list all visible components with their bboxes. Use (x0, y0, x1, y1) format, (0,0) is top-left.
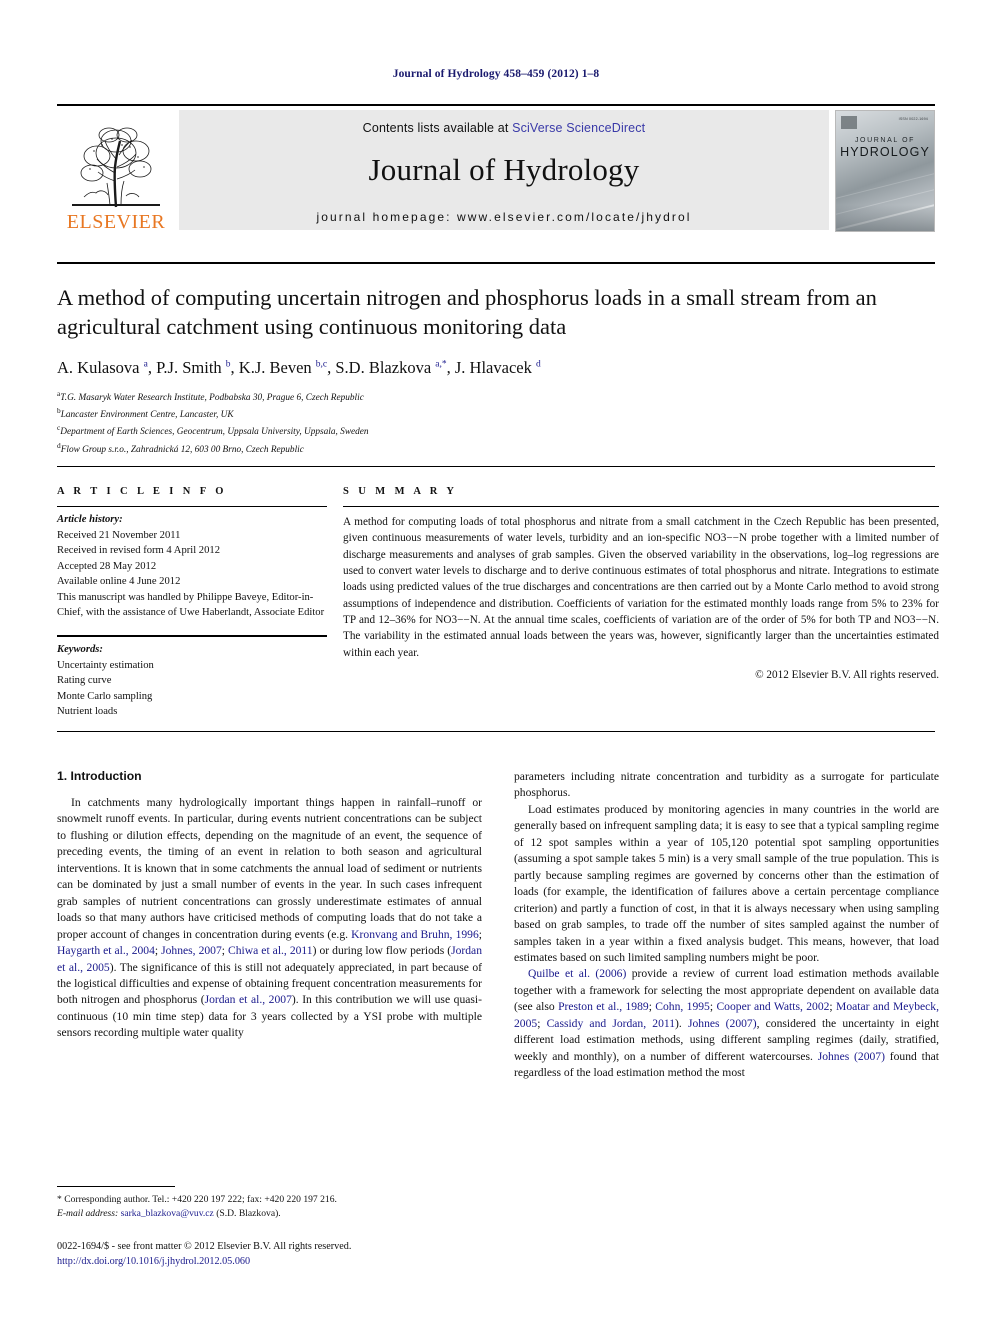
citation-link[interactable]: Cooper and Watts, 2002 (716, 1000, 829, 1013)
citation-link[interactable]: Chiwa et al., 2011 (228, 944, 313, 957)
cover-elsevier-mark-icon (841, 116, 857, 129)
paper-page: Journal of Hydrology 458–459 (2012) 1–8 (0, 0, 992, 1323)
contents-list-line: Contents lists available at SciVerse Sci… (179, 110, 829, 135)
footnote-area: * Corresponding author. Tel.: +420 220 1… (57, 1186, 482, 1221)
citation-link[interactable]: Quilbe et al. (2006) (528, 967, 626, 980)
citation-link[interactable]: Cohn, 1995 (655, 1000, 710, 1013)
citation-link[interactable]: Kronvang and Bruhn, 1996 (351, 928, 479, 941)
affiliation-item: aT.G. Masaryk Water Research Institute, … (57, 388, 937, 405)
cover-title-line2: HYDROLOGY (840, 145, 930, 159)
citation-link[interactable]: Cassidy and Jordan, 2011 (547, 1017, 675, 1030)
journal-masthead: ELSEVIER Contents lists available at Sci… (57, 104, 935, 232)
info-divider-top (57, 466, 935, 467)
contents-prefix: Contents lists available at (362, 121, 513, 135)
page-title: A method of computing uncertain nitrogen… (57, 285, 877, 340)
history-item: Received 21 November 2011 (57, 529, 181, 541)
body-column-left: 1. Introduction In catchments many hydro… (57, 769, 482, 1082)
info-summary-region: A R T I C L E I N F O Article history: R… (57, 486, 939, 720)
corresponding-author-note: * Corresponding author. Tel.: +420 220 1… (57, 1194, 337, 1205)
summary-column: S U M M A R Y A method for computing loa… (343, 486, 939, 720)
title-divider (57, 262, 935, 264)
keyword-item: Monte Carlo sampling (57, 690, 153, 702)
history-item: Received in revised form 4 April 2012 (57, 545, 220, 557)
history-item: Available online 4 June 2012 (57, 576, 181, 588)
article-history-block: Article history: Received 21 November 20… (57, 507, 327, 621)
cover-shading (836, 205, 934, 231)
affiliation-text: Flow Group s.r.o., Zahradnická 12, 603 0… (60, 444, 304, 455)
keywords-block: Keywords: Uncertainty estimation Rating … (57, 637, 327, 720)
intro-paragraph-1-continued: parameters including nitrate concentrati… (514, 770, 939, 800)
info-divider-bottom (57, 731, 935, 732)
cover-decoration (836, 168, 934, 201)
author-list: A. Kulasova a, P.J. Smith b, K.J. Beven … (57, 358, 541, 377)
running-head: Journal of Hydrology 458–459 (2012) 1–8 (392, 68, 600, 80)
citation-link[interactable]: Preston et al., 1989 (558, 1000, 649, 1013)
abstract-text: A method for computing loads of total ph… (343, 516, 939, 659)
masthead-band: Contents lists available at SciVerse Sci… (179, 110, 829, 230)
journal-cover-thumbnail: ISSN 0022-1694 JOURNAL OF HYDROLOGY (835, 110, 935, 232)
affiliation-item: cDepartment of Earth Sciences, Geocentru… (57, 422, 937, 439)
keyword-item: Uncertainty estimation (57, 659, 154, 671)
intro-paragraph-3: Quilbe et al. (2006) provide a review of… (514, 967, 940, 1080)
citation-link[interactable]: Haygarth et al., 2004 (57, 944, 155, 957)
doi-link[interactable]: http://dx.doi.org/10.1016/j.jhydrol.2012… (57, 1255, 557, 1270)
sciencedirect-link[interactable]: SciVerse ScienceDirect (512, 121, 645, 135)
intro-paragraph-2: Load estimates produced by monitoring ag… (514, 802, 939, 964)
history-item: Accepted 28 May 2012 (57, 560, 157, 572)
email-note: E-mail address: sarka_blazkova@vuv.cz (S… (57, 1207, 482, 1221)
abstract-copyright: © 2012 Elsevier B.V. All rights reserved… (755, 669, 939, 682)
citation-link[interactable]: Jordan et al., 2007 (205, 993, 292, 1006)
affiliation-item: dFlow Group s.r.o., Zahradnická 12, 603 … (57, 440, 937, 457)
keyword-item: Rating curve (57, 675, 112, 687)
journal-homepage-line[interactable]: journal homepage: www.elsevier.com/locat… (179, 210, 829, 224)
affiliation-item: bLancaster Environment Centre, Lancaster… (57, 405, 937, 422)
cover-issn-code: ISSN 0022-1694 (898, 117, 928, 121)
elsevier-logo: ELSEVIER (57, 110, 175, 234)
footnote-divider (57, 1186, 175, 1187)
intro-paragraph-1: In catchments many hydrologically import… (57, 796, 483, 1040)
body-column-right: parameters including nitrate concentrati… (514, 769, 939, 1082)
body-columns: 1. Introduction In catchments many hydro… (57, 769, 939, 1082)
summary-heading: S U M M A R Y (343, 486, 458, 497)
imprint-line: 0022-1694/$ - see front matter © 2012 El… (57, 1241, 352, 1252)
email-suffix: (S.D. Blazkova). (213, 1207, 281, 1219)
cover-title-line1: JOURNAL OF (854, 137, 916, 144)
affiliation-text: Lancaster Environment Centre, Lancaster,… (60, 410, 234, 421)
section-heading-introduction: 1. Introduction (57, 769, 142, 783)
citation-link[interactable]: Johnes (2007) (688, 1017, 757, 1030)
elsevier-tree-icon (64, 123, 168, 211)
citation-link[interactable]: Johnes, 2007 (161, 944, 222, 957)
keywords-label: Keywords: (57, 643, 103, 655)
history-item: This manuscript was handled by Philippe … (57, 591, 325, 619)
affiliation-text: Department of Earth Sciences, Geocentrum… (60, 427, 369, 438)
article-info-column: A R T I C L E I N F O Article history: R… (57, 486, 327, 720)
affiliation-list: aT.G. Masaryk Water Research Institute, … (57, 388, 937, 457)
imprint-block: 0022-1694/$ - see front matter © 2012 El… (57, 1240, 557, 1269)
elsevier-wordmark: ELSEVIER (66, 211, 166, 233)
keyword-item: Nutrient loads (57, 706, 118, 718)
citation-link[interactable]: Johnes (2007) (818, 1050, 885, 1063)
article-history-label: Article history: (57, 514, 123, 525)
affiliation-text: T.G. Masaryk Water Research Institute, P… (60, 393, 364, 404)
email-link[interactable]: sarka_blazkova@vuv.cz (121, 1208, 214, 1219)
article-info-heading: A R T I C L E I N F O (57, 486, 227, 497)
email-label: E-mail address: (57, 1207, 119, 1219)
journal-title: Journal of Hydrology (368, 152, 640, 187)
